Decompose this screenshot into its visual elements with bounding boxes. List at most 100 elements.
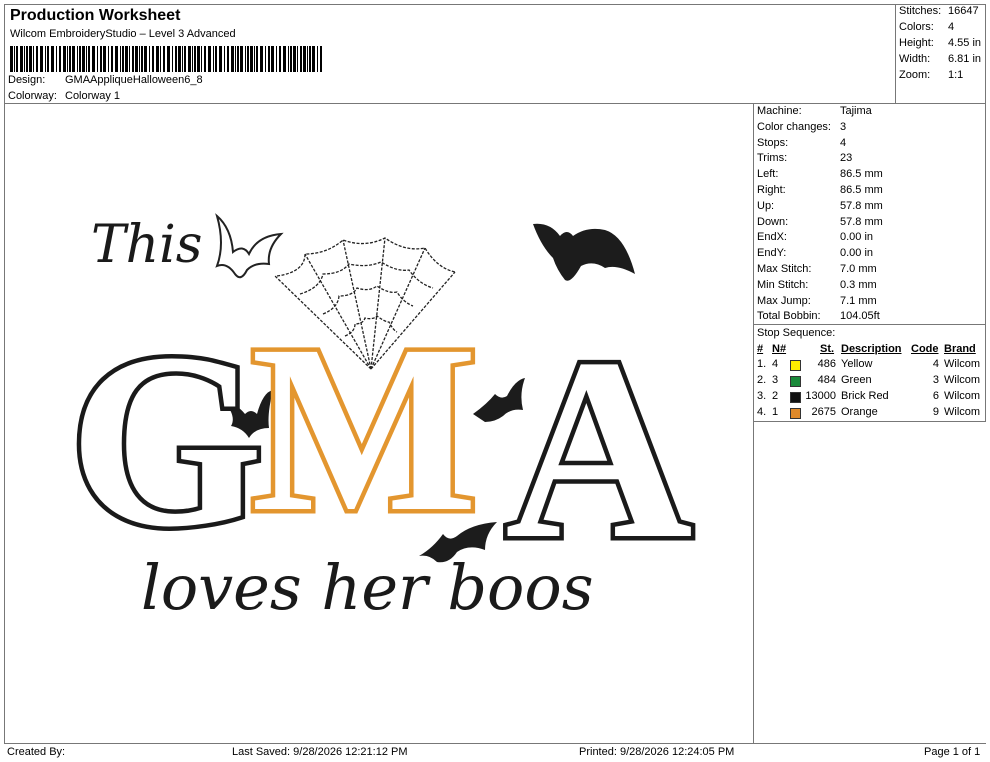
info-label: Max Stitch: bbox=[757, 263, 812, 275]
stop-needle: 2 bbox=[772, 390, 779, 402]
stop-stitches: 486 bbox=[817, 358, 836, 370]
col-header-stitches: St. bbox=[820, 343, 835, 355]
embroidery-design: This G M A loves her boos bbox=[65, 213, 697, 624]
info-label: EndX: bbox=[757, 231, 787, 244]
info-label: Stops: bbox=[757, 136, 789, 149]
info-value: 7.0 mm bbox=[840, 263, 877, 275]
colors-value: 4 bbox=[948, 21, 955, 33]
letter-m: M bbox=[251, 295, 478, 561]
stop-needle: 4 bbox=[772, 358, 779, 370]
info-label: Down: bbox=[757, 215, 789, 228]
height-value: 4.55 in bbox=[948, 37, 982, 49]
stop-brand: Wilcom bbox=[944, 374, 981, 386]
letter-g: G bbox=[69, 302, 263, 579]
stop-row: 3. 2 Brick Red Wilcom 13000 6 bbox=[754, 390, 987, 406]
stop-needle: 3 bbox=[772, 374, 779, 386]
page-number: Page 1 of 1 bbox=[924, 746, 981, 758]
col-header-description: Description bbox=[841, 343, 902, 355]
bat-outline-icon bbox=[215, 213, 284, 279]
design-label: Design: bbox=[8, 74, 46, 86]
col-header-needle: N# bbox=[772, 343, 787, 355]
zoom-label: Zoom: bbox=[899, 69, 931, 81]
info-value: 104.05ft bbox=[840, 310, 880, 323]
height-label: Height: bbox=[899, 37, 934, 49]
info-value: 86.5 mm bbox=[840, 168, 883, 181]
color-swatch bbox=[790, 392, 801, 403]
barcode bbox=[10, 46, 322, 72]
letter-a: A bbox=[505, 305, 693, 593]
stop-sequence-panel: Stop Sequence: # N# St. Description Code… bbox=[753, 324, 986, 422]
last-saved: Last Saved: 9/28/2026 12:21:12 PM bbox=[232, 746, 408, 758]
design-text-top: This bbox=[91, 215, 203, 275]
info-label: Up: bbox=[757, 199, 775, 212]
colorway-value: Colorway 1 bbox=[65, 90, 121, 102]
info-label: Right: bbox=[757, 184, 786, 196]
col-header-num: # bbox=[757, 343, 764, 355]
info-label: Total Bobbin: bbox=[757, 310, 821, 323]
stop-description: Yellow bbox=[841, 358, 873, 370]
info-label: EndY: bbox=[757, 247, 787, 260]
info-value: 3 bbox=[840, 120, 847, 133]
info-value: 23 bbox=[840, 152, 853, 165]
stop-num: 3. bbox=[757, 390, 767, 402]
stop-stitches: 13000 bbox=[805, 390, 836, 402]
colorway-label: Colorway: bbox=[8, 90, 57, 102]
design-text-bottom: loves her boos bbox=[141, 551, 594, 624]
stop-brand: Wilcom bbox=[944, 390, 981, 402]
info-value: 86.5 mm bbox=[840, 184, 883, 196]
info-value: Tajima bbox=[840, 105, 872, 117]
stop-description: Brick Red bbox=[841, 390, 889, 402]
color-swatch bbox=[790, 408, 801, 419]
worksheet-title: Production Worksheet bbox=[10, 7, 181, 24]
info-label: Left: bbox=[757, 168, 779, 181]
info-value: 4 bbox=[840, 136, 847, 149]
stop-code: 6 bbox=[932, 390, 939, 402]
stop-stitches: 2675 bbox=[811, 406, 836, 418]
stop-code: 4 bbox=[932, 358, 939, 370]
worksheet-header: Production Worksheet Wilcom EmbroiderySt… bbox=[4, 4, 986, 104]
info-label: Color changes: bbox=[757, 120, 831, 133]
zoom-value: 1:1 bbox=[948, 69, 964, 81]
color-swatch bbox=[790, 360, 801, 371]
stop-num: 1. bbox=[757, 358, 767, 370]
col-header-brand: Brand bbox=[944, 343, 976, 355]
stop-row: 2. 3 Green Wilcom 484 3 bbox=[754, 374, 987, 390]
width-value: 6.81 in bbox=[948, 53, 982, 65]
stitches-value: 16647 bbox=[948, 5, 979, 17]
created-by: Created By: bbox=[7, 746, 66, 758]
stop-num: 4. bbox=[757, 406, 767, 418]
info-value: 57.8 mm bbox=[840, 199, 883, 212]
info-label: Trims: bbox=[757, 152, 788, 165]
info-value: 57.8 mm bbox=[840, 215, 883, 228]
stop-description: Orange bbox=[841, 406, 878, 418]
stitches-label: Stitches: bbox=[899, 5, 942, 17]
col-header-code: Code bbox=[911, 343, 939, 355]
software-name: Wilcom EmbroideryStudio – Level 3 Advanc… bbox=[10, 28, 236, 40]
stop-brand: Wilcom bbox=[944, 358, 981, 370]
stop-row: 4. 1 Orange Wilcom 2675 9 bbox=[754, 406, 987, 422]
info-value: 0.00 in bbox=[840, 247, 874, 260]
info-label: Min Stitch: bbox=[757, 278, 809, 291]
stop-brand: Wilcom bbox=[944, 406, 981, 418]
info-label: Max Jump: bbox=[757, 294, 811, 307]
stop-description: Green bbox=[841, 374, 872, 386]
info-value: 0.3 mm bbox=[840, 278, 877, 291]
worksheet-footer: Created By: Last Saved: 9/28/2026 12:21:… bbox=[4, 743, 986, 760]
design-preview: This G M A loves her boos bbox=[4, 103, 754, 744]
info-value: 7.1 mm bbox=[840, 294, 877, 307]
info-value: 0.00 in bbox=[840, 231, 874, 244]
stop-sequence-title: Stop Sequence: bbox=[757, 327, 836, 339]
stop-num: 2. bbox=[757, 374, 767, 386]
color-swatch bbox=[790, 376, 801, 387]
stop-code: 3 bbox=[932, 374, 939, 386]
info-label: Machine: bbox=[757, 105, 802, 117]
colors-label: Colors: bbox=[899, 21, 934, 33]
printed-date: Printed: 9/28/2026 12:24:05 PM bbox=[579, 746, 735, 758]
stop-stitches: 484 bbox=[817, 374, 836, 386]
stats-box: Stitches: 16647 Colors: 4 Height: 4.55 i… bbox=[895, 4, 988, 104]
stop-code: 9 bbox=[932, 406, 939, 418]
stop-row: 1. 4 Yellow Wilcom 486 4 bbox=[754, 358, 987, 374]
design-value: GMAAppliqueHalloween6_8 bbox=[65, 74, 203, 86]
machine-info-panel: Machine: Tajima Color changes: 3 Stops: 4 Trim… bbox=[753, 103, 986, 325]
width-label: Width: bbox=[899, 53, 931, 65]
